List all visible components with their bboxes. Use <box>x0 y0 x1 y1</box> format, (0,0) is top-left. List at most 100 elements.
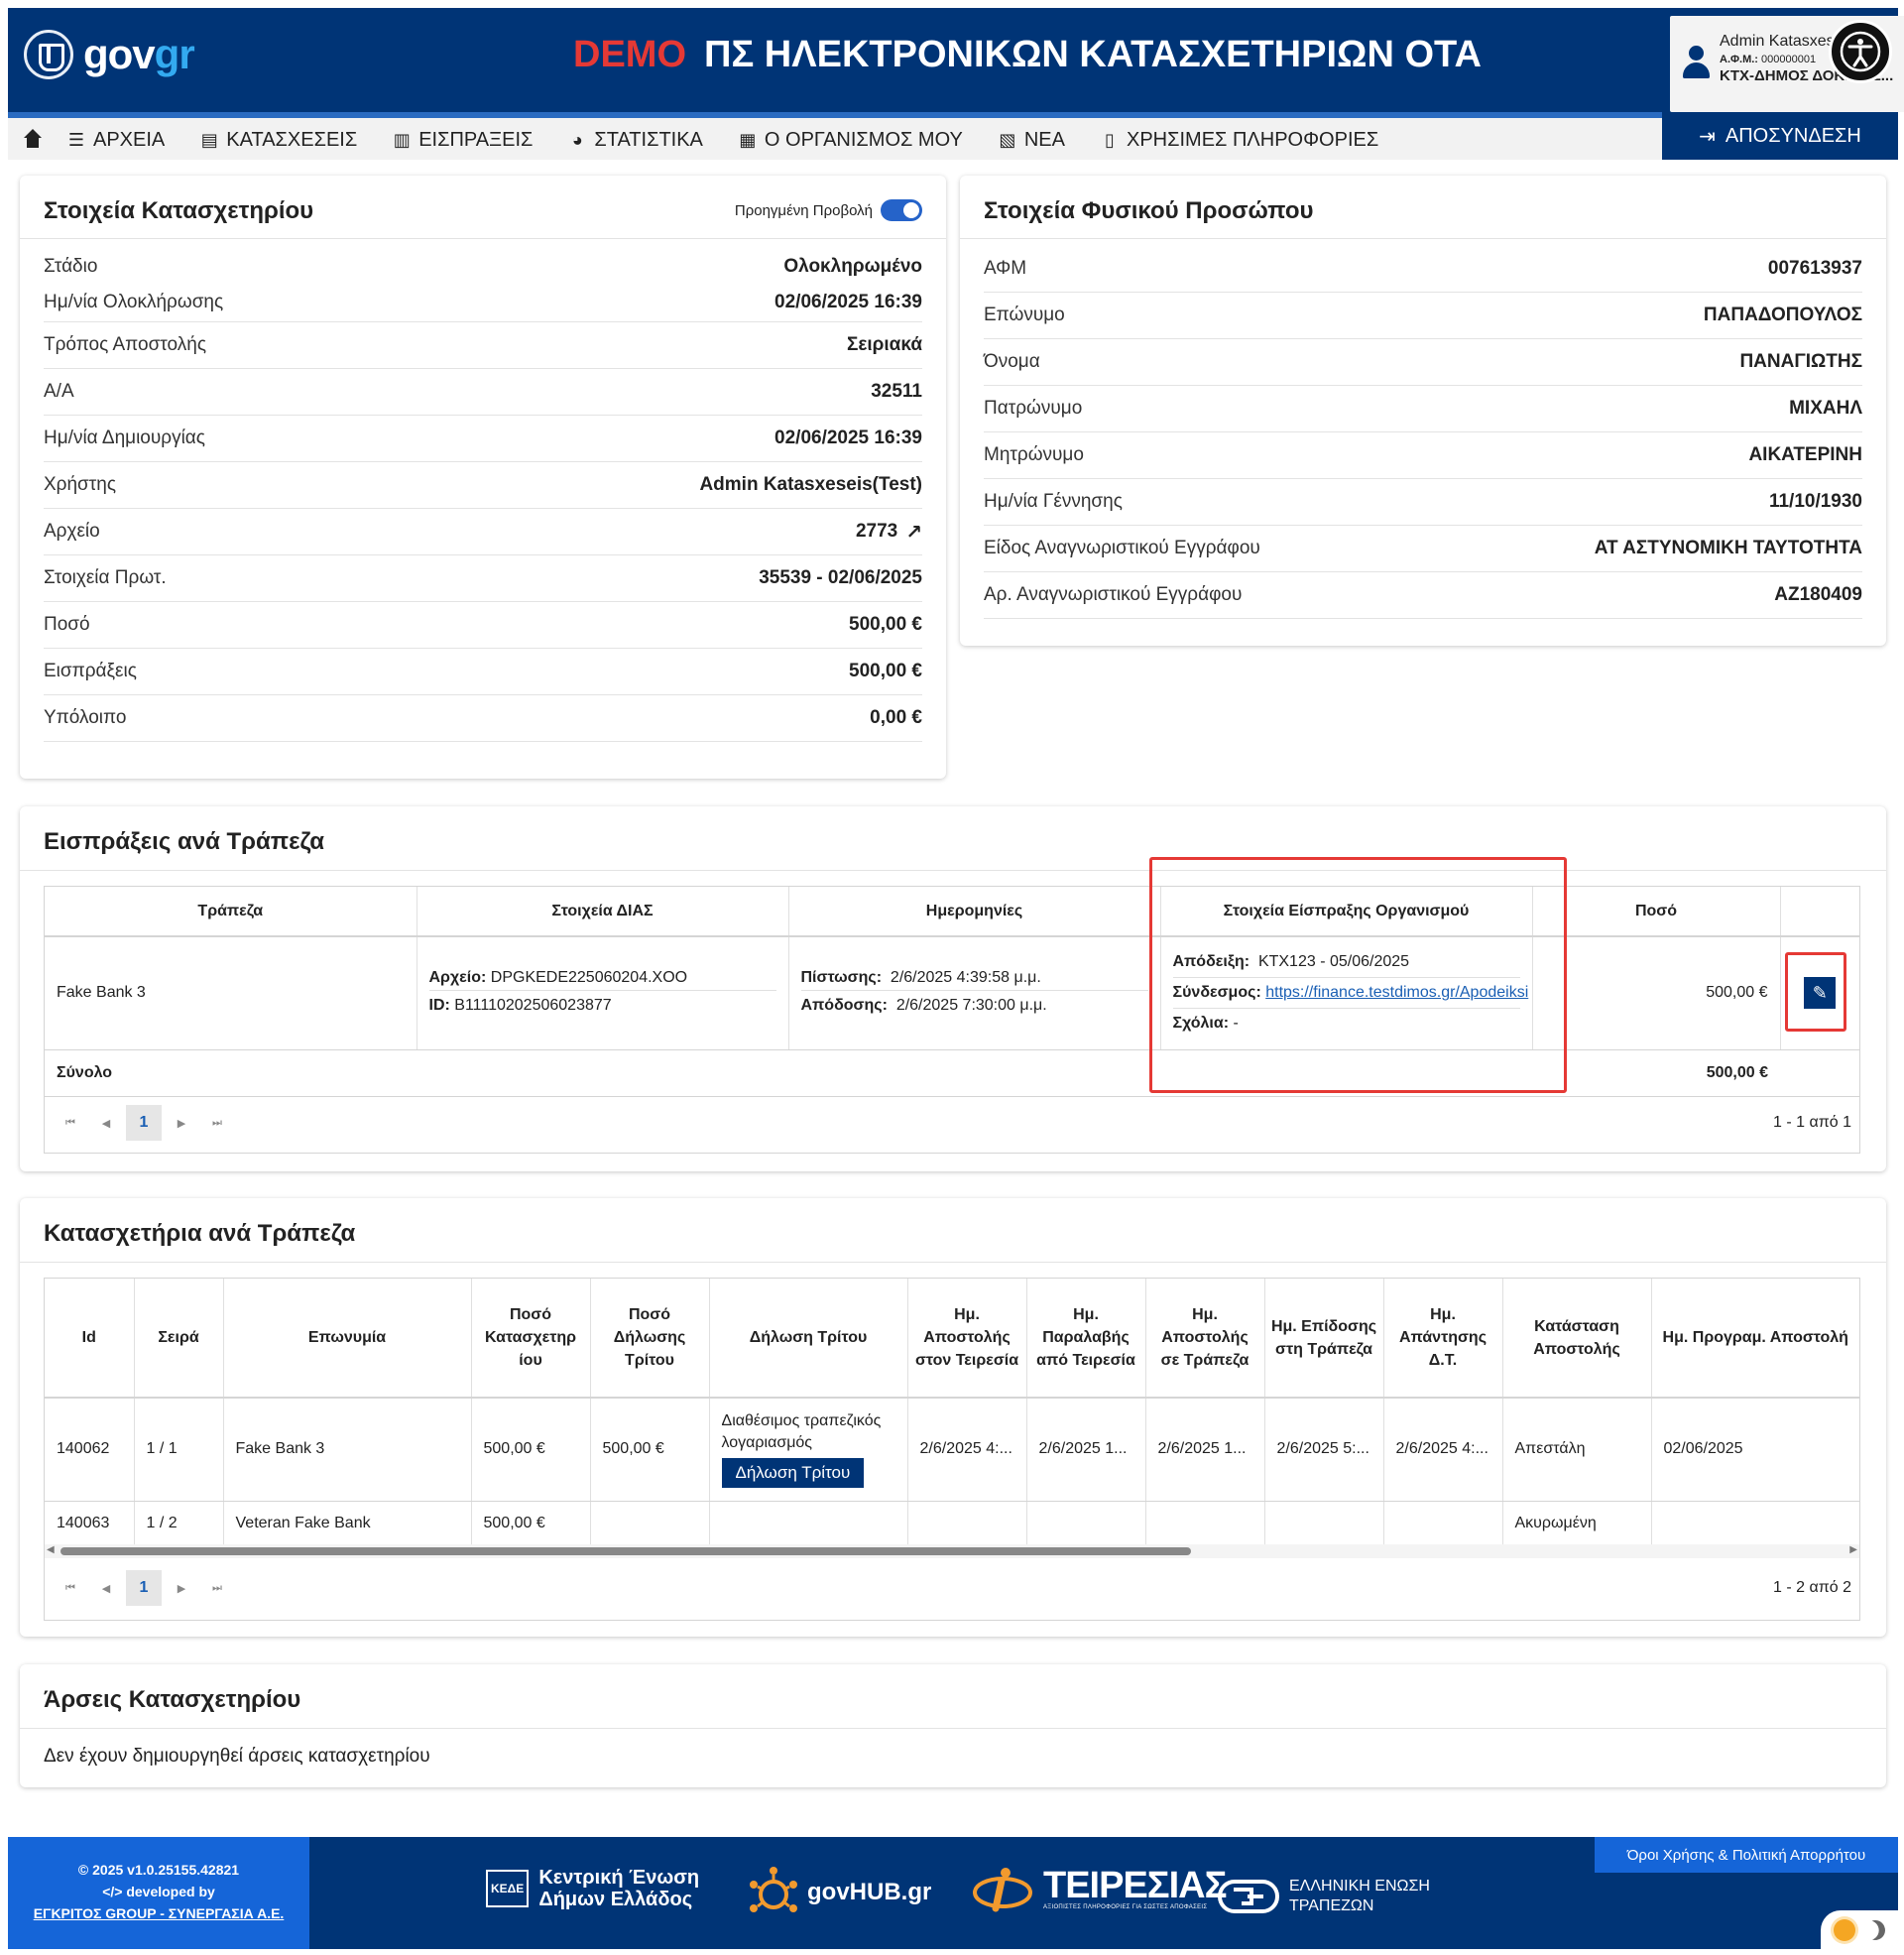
cell-date <box>1026 1501 1146 1547</box>
col-header-name[interactable]: Επωνυμία <box>223 1279 472 1399</box>
cell-name: Veteran Fake Bank <box>223 1501 472 1547</box>
nav-item-news[interactable]: ▧ ΝΕΑ <box>999 129 1065 152</box>
first-page-icon[interactable]: ⏮ <box>53 1570 88 1606</box>
app-header: govgr DEMO ΠΣ ΗΛΕΚΤΡΟΝΙΚΩΝ ΚΑΤΑΣΧΕΤΗΡΙΩΝ … <box>8 8 1904 112</box>
seizure-details-title: Στοιχεία Κατασχετηρίου <box>44 197 314 224</box>
scroll-left-icon[interactable]: ◀ <box>47 1544 55 1555</box>
external-link-icon[interactable]: ↗ <box>905 520 922 545</box>
lifts-card: Άρσεις Κατασχετηρίου Δεν έχουν δημιουργη… <box>20 1664 1886 1787</box>
document-icon: ▯ <box>1105 129 1115 150</box>
nav-item-receipts[interactable]: ▥ ΕΙΣΠΡΑΞΕΙΣ <box>393 129 534 152</box>
developer-link[interactable]: ΕΓΚΡΙΤΟΣ GROUP - ΣΥΝΕΡΓΑΣΙΑ Α.Ε. <box>8 1902 309 1924</box>
cell-date: 2/6/2025 5:... <box>1264 1398 1384 1502</box>
developed-by: </> developed by <box>102 1884 215 1899</box>
col-header-third-party-declaration[interactable]: Δήλωση Τρίτου <box>709 1279 908 1399</box>
hba-logo[interactable]: ΕΛΛΗΝΙΚΗ ΕΝΩΣΗ ΤΡΑΠΕΖΩΝ <box>1218 1877 1430 1916</box>
cell-dates: Πίστωσης: 2/6/2025 4:39:58 μ.μ. Απόδοσης… <box>788 936 1161 1050</box>
nav-item-my-organization[interactable]: ▦ Ο ΟΡΓΑΝΙΣΜΟΣ ΜΟΥ <box>739 129 962 152</box>
col-header-scheduled[interactable]: Ημ. Προγραμ. Αποστολή <box>1651 1279 1859 1399</box>
main-nav: ☰ ΑΡΧΕΙΑ ▤ ΚΑΤΑΣΧΕΣΕΙΣ ▥ ΕΙΣΠΡΑΞΕΙΣ ◕ ΣΤΑΤΙΣ… <box>8 112 1898 160</box>
seizures-by-bank-title: Κατασχετήρια ανά Τράπεζα <box>44 1220 356 1247</box>
kv-row: Υπόλοιπο 0,00 € <box>44 695 922 742</box>
footer-credits: © 2025 v1.0.25155.42821 </> developed by… <box>8 1837 309 1949</box>
moon-icon[interactable] <box>1862 1917 1888 1943</box>
col-header-dates[interactable]: Ημερομηνίες <box>788 887 1161 937</box>
cell-date: 2/6/2025 4:... <box>1383 1398 1503 1502</box>
col-header-id[interactable]: Id <box>45 1279 135 1399</box>
receipts-pager: ⏮ ◀ 1 ▶ ⏭ <box>53 1105 235 1141</box>
cell-declaration: Διαθέσιμος τραπεζικός λογαριασμός Δήλωση… <box>709 1398 908 1502</box>
col-header-amount[interactable]: Ποσό <box>1532 887 1781 937</box>
home-icon[interactable] <box>22 129 44 151</box>
sun-icon[interactable] <box>1834 1919 1855 1941</box>
receipts-title: Εισπράξεις ανά Τράπεζα <box>44 828 324 855</box>
first-page-icon[interactable]: ⏮ <box>53 1105 88 1141</box>
kv-row: Ημ/νία Δημιουργίας 02/06/2025 16:39 <box>44 416 922 462</box>
page-number[interactable]: 1 <box>126 1105 162 1141</box>
kv-row: Χρήστης Admin Katasxeseis(Test) <box>44 462 922 509</box>
page-number[interactable]: 1 <box>126 1570 162 1606</box>
last-page-icon[interactable]: ⏭ <box>199 1105 235 1141</box>
govhub-icon <box>750 1867 797 1912</box>
kv-row: Αρχείο 2773 ↗ <box>44 509 922 555</box>
version-text: © 2025 v1.0.25155.42821 <box>77 1862 240 1878</box>
accessibility-icon[interactable] <box>1829 20 1892 83</box>
col-header-declaration-amount[interactable]: Ποσό Δήλωσης Τρίτου <box>590 1279 710 1399</box>
pie-chart-icon: ◕ <box>571 129 583 150</box>
col-header-status[interactable]: Κατάσταση Αποστολής <box>1502 1279 1652 1399</box>
col-header-actions <box>1780 887 1859 937</box>
receipt-icon: ▥ <box>393 129 411 150</box>
col-header-seizure-amount[interactable]: Ποσό Κατασχετηρ ίου <box>471 1279 591 1399</box>
kv-row: Ημ/νία Ολοκλήρωσης 02/06/2025 16:39 <box>44 283 922 322</box>
govhub-logo[interactable]: govHUB.gr <box>750 1865 931 1920</box>
file-link[interactable]: 2773 <box>856 521 897 543</box>
nav-item-statistics[interactable]: ◕ ΣΤΑΤΙΣΤΙΚΑ <box>568 129 703 152</box>
col-header-served-bank[interactable]: Ημ. Επίδοσης στη Τράπεζα <box>1264 1279 1384 1399</box>
col-header-received-teiresias[interactable]: Ημ. Παραλαβής από Τειρεσία <box>1026 1279 1146 1399</box>
nav-item-useful-info[interactable]: ▯ ΧΡΗΣΙΜΕΣ ΠΛΗΡΟΦΟΡΙΕΣ <box>1101 129 1378 152</box>
table-row: 140063 1 / 2 Veteran Fake Bank 500,00 € … <box>45 1501 1859 1547</box>
col-header-reply[interactable]: Ημ. Απάντησης Δ.Τ. <box>1383 1279 1503 1399</box>
list-icon: ☰ <box>67 129 85 150</box>
col-header-bank[interactable]: Τράπεζα <box>45 887 417 937</box>
terms-link[interactable]: Όροι Χρήσης & Πολιτική Απορρήτου <box>1595 1837 1898 1873</box>
cell-id: 140063 <box>45 1501 135 1547</box>
col-header-dias[interactable]: Στοιχεία ΔΙΑΣ <box>416 887 789 937</box>
nav-item-files[interactable]: ☰ ΑΡΧΕΙΑ <box>67 129 165 152</box>
kv-row: Πατρώνυμο ΜΙΧΑΗΛ <box>984 386 1862 432</box>
govgr-logo[interactable]: govgr <box>24 30 195 79</box>
next-page-icon[interactable]: ▶ <box>164 1105 199 1141</box>
kv-row: Μητρώνυμο ΑΙΚΑΤΕΡΙΝΗ <box>984 432 1862 479</box>
scroll-right-icon[interactable]: ▶ <box>1849 1544 1857 1555</box>
brand-text: govgr <box>83 31 195 77</box>
last-page-icon[interactable]: ⏭ <box>199 1570 235 1606</box>
kv-row: ΑΦΜ 007613937 <box>984 246 1862 293</box>
lifts-title: Άρσεις Κατασχετηρίου <box>44 1686 301 1713</box>
seizures-page-info: 1 - 2 από 2 <box>1773 1579 1851 1596</box>
col-header-order[interactable]: Σειρά <box>134 1279 224 1399</box>
kv-row: Επώνυμο ΠΑΠΑΔΟΠΟΥΛΟΣ <box>984 293 1862 339</box>
scrollbar-thumb[interactable] <box>60 1547 1191 1555</box>
prev-page-icon[interactable]: ◀ <box>88 1570 124 1606</box>
theme-switch[interactable] <box>1821 1910 1898 1950</box>
teiresias-logo[interactable]: ΤΕΙΡΕΣΙΑΣ ΑΞΙΟΠΙΣΤΕΣ ΠΛΗΡΟΦΟΡΙΕΣ ΓΙΑ ΣΩΣ… <box>972 1865 1227 1912</box>
cell-date <box>1145 1501 1265 1547</box>
total-label: Σύνολο <box>45 1049 416 1097</box>
col-header-sent-bank[interactable]: Ημ. Αποστολής σε Τράπεζα <box>1145 1279 1265 1399</box>
advanced-view-toggle[interactable]: Προηγμένη Προβολή <box>735 199 922 221</box>
site-title-text: ΠΣ ΗΛΕΚΤΡΟΝΙΚΩΝ ΚΑΤΑΣΧΕΤΗΡΙΩΝ ΟΤΑ <box>704 34 1482 75</box>
next-page-icon[interactable]: ▶ <box>164 1570 199 1606</box>
toggle-switch[interactable] <box>881 199 922 221</box>
logout-button[interactable]: ⇥ ΑΠΟΣΥΝΔΕΣΗ <box>1662 112 1898 160</box>
prev-page-icon[interactable]: ◀ <box>88 1105 124 1141</box>
nav-item-seizures[interactable]: ▤ ΚΑΤΑΣΧΕΣΕΙΣ <box>200 129 357 152</box>
seizure-details-card: Στοιχεία Κατασχετηρίου Προηγμένη Προβολή… <box>20 176 946 779</box>
third-party-declaration-button[interactable]: Δήλωση Τρίτου <box>721 1458 865 1489</box>
col-header-sent-teiresias[interactable]: Ημ. Αποστολής στον Τειρεσία <box>907 1279 1027 1399</box>
table-row: Fake Bank 3 Αρχείο: DPGKEDE225060204.XOO… <box>45 936 1859 1050</box>
kede-logo[interactable]: ΚΕΔΕ Κεντρική Ένωση Δήμων Ελλάδος <box>486 1867 699 1910</box>
cell-scheduled: 02/06/2025 <box>1651 1398 1859 1502</box>
cell-declaration-amount <box>590 1501 710 1547</box>
person-details-title: Στοιχεία Φυσικού Προσώπου <box>984 197 1314 224</box>
horizontal-scrollbar[interactable]: ◀ ▶ <box>45 1544 1859 1558</box>
